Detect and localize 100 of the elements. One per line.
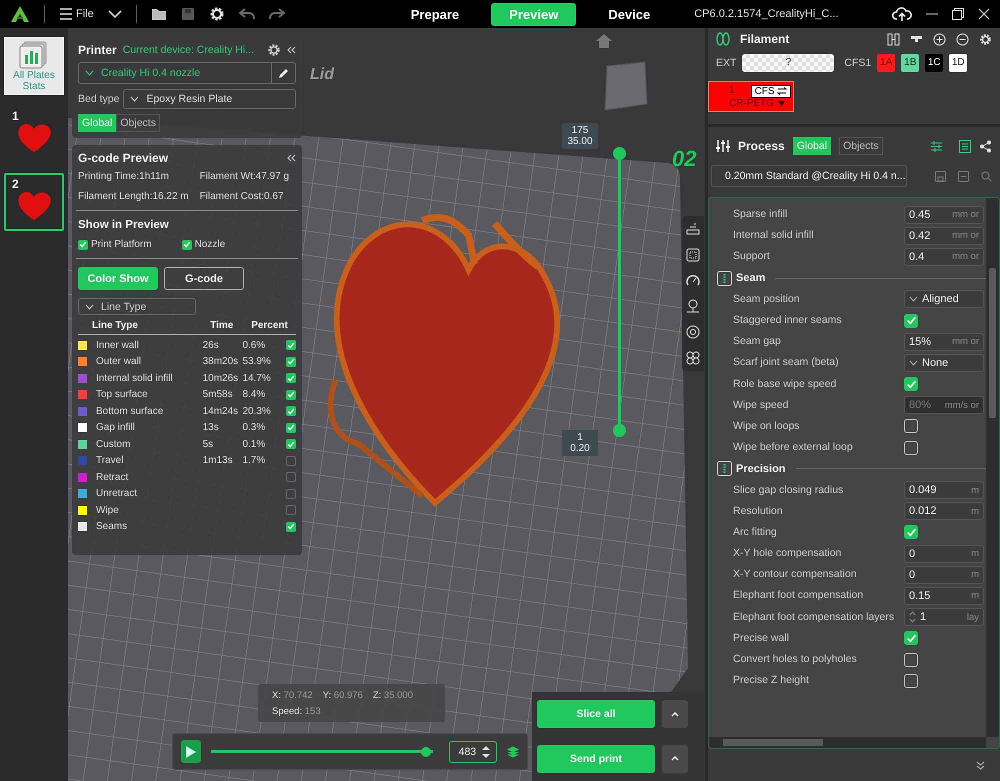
number-field[interactable]: 0.049 m — [904, 481, 984, 500]
setting-label: Elephant foot compensation — [733, 590, 864, 602]
filament-slot[interactable]: 1D — [949, 54, 968, 72]
play-button[interactable] — [181, 740, 201, 763]
chevron-down-icon[interactable] — [108, 9, 122, 19]
checkbox[interactable] — [286, 472, 296, 482]
scope-tab[interactable]: Objects — [116, 114, 160, 132]
bounding-box-icon[interactable] — [686, 248, 700, 262]
dropdown-field[interactable]: Aligned — [904, 290, 984, 308]
plate-thumbnail[interactable]: 2 — [4, 173, 64, 231]
legend-icon[interactable] — [686, 222, 700, 236]
minimize-icon[interactable] — [926, 13, 938, 15]
checkbox[interactable] — [904, 440, 918, 455]
scope-tab[interactable]: Objects — [839, 137, 883, 155]
checkbox[interactable] — [286, 390, 296, 400]
undo-icon[interactable] — [238, 7, 255, 21]
checkbox[interactable] — [286, 439, 296, 450]
stepper-field[interactable]: 1 lay — [904, 608, 984, 626]
empty-filament-slot[interactable]: ? — [742, 54, 834, 72]
percent-value: 0.1% — [242, 438, 266, 450]
checkbox[interactable] — [904, 419, 918, 434]
filament-slot[interactable]: 1C — [925, 54, 944, 72]
save-icon[interactable] — [180, 7, 195, 21]
double-chevron-icon[interactable] — [976, 760, 985, 770]
search-icon[interactable] — [981, 170, 992, 182]
checkbox[interactable] — [286, 422, 296, 433]
close-icon[interactable] — [978, 8, 990, 20]
checkbox[interactable] — [286, 406, 296, 416]
bar-chart-icon — [19, 40, 49, 68]
view-mode-button[interactable]: G-code — [164, 267, 244, 290]
checkbox[interactable] — [904, 314, 918, 328]
checkbox[interactable] — [286, 488, 296, 499]
checkbox[interactable] — [904, 525, 918, 540]
checkbox[interactable] — [286, 356, 296, 367]
save-icon[interactable] — [935, 170, 946, 182]
layers-icon[interactable] — [507, 744, 519, 758]
number-field[interactable]: 0.012 m — [904, 502, 984, 520]
settings-icon[interactable] — [979, 32, 992, 46]
checkbox[interactable] — [78, 240, 88, 250]
checkbox[interactable] — [904, 652, 918, 667]
slider-thumb[interactable] — [613, 147, 626, 160]
move-counter-field[interactable]: 483 — [448, 740, 498, 762]
redo-icon[interactable] — [268, 7, 285, 21]
list-icon[interactable] — [959, 140, 971, 152]
expand-button[interactable] — [662, 744, 688, 773]
checkbox[interactable] — [286, 373, 296, 384]
number-field[interactable]: 0.4 mm or — [904, 248, 984, 266]
setting-label: Elephant foot compensation layers — [733, 612, 896, 623]
number-field[interactable]: 0.15 m — [904, 586, 984, 605]
filament-slot[interactable]: 1B — [901, 54, 920, 72]
number-field[interactable]: 0 m — [904, 544, 984, 563]
mode-tab[interactable]: Prepare — [398, 2, 472, 26]
setting-label: Resolution — [733, 506, 784, 517]
target-icon[interactable] — [686, 325, 700, 340]
extruder-label: EXT — [716, 57, 736, 69]
filament-source-badge: CFS — [750, 84, 791, 98]
process-preset-dropdown[interactable]: 0.20mm Standard @Creality Hi 0.4 n... — [711, 165, 907, 187]
filament-card[interactable]: 1 CFS CR-PETG — [708, 81, 794, 112]
horizontal-scrollbar[interactable] — [709, 737, 986, 748]
checkbox[interactable] — [904, 674, 918, 688]
tree-icon[interactable] — [686, 299, 700, 314]
checkbox[interactable] — [904, 377, 918, 392]
add-icon[interactable] — [933, 32, 946, 46]
setting-label: Slice gap closing radius — [733, 484, 844, 496]
settings-icon[interactable] — [208, 6, 225, 22]
checkbox[interactable] — [904, 631, 918, 646]
cloud-upload-icon[interactable] — [892, 6, 912, 22]
home-icon[interactable] — [596, 34, 612, 48]
checkbox[interactable] — [286, 505, 296, 516]
checkbox[interactable] — [286, 456, 296, 466]
number-field[interactable]: 0.42 mm or — [904, 226, 984, 245]
expand-button[interactable] — [662, 700, 688, 728]
mode-tab[interactable]: Device — [596, 2, 662, 26]
settings-icon[interactable] — [267, 43, 281, 57]
vertical-scrollbar[interactable] — [986, 198, 999, 737]
sync-icon[interactable] — [887, 32, 900, 46]
checkbox[interactable] — [182, 240, 192, 250]
file-menu[interactable]: File — [59, 7, 94, 21]
checkbox[interactable] — [286, 340, 296, 350]
share-icon[interactable] — [979, 140, 992, 152]
folder-icon[interactable] — [150, 7, 167, 21]
minus-square-icon[interactable] — [958, 170, 969, 182]
dropdown-field[interactable]: None — [904, 354, 984, 372]
number-field[interactable]: 15% mm or — [904, 332, 984, 351]
collapse-icon[interactable] — [287, 154, 296, 162]
bed-type-dropdown[interactable]: Epoxy Resin Plate — [123, 89, 296, 109]
number-field[interactable]: 0.45 mm or — [904, 206, 984, 224]
collapse-icon[interactable] — [287, 46, 296, 54]
column-header: Line Type — [92, 320, 139, 331]
checkbox[interactable] — [286, 522, 296, 532]
gauge-icon[interactable] — [686, 274, 700, 288]
slider-thumb[interactable] — [420, 746, 431, 756]
view-type-dropdown[interactable]: Line Type — [78, 298, 196, 315]
restore-icon[interactable] — [952, 8, 964, 20]
remove-icon[interactable] — [956, 32, 969, 46]
grid-icon[interactable] — [686, 351, 700, 366]
time-value: 38m20s — [202, 356, 238, 368]
number-field[interactable]: 0 m — [904, 566, 984, 584]
plate-thumbnail[interactable]: 1 — [4, 105, 64, 163]
adjust-icon[interactable] — [930, 140, 943, 152]
